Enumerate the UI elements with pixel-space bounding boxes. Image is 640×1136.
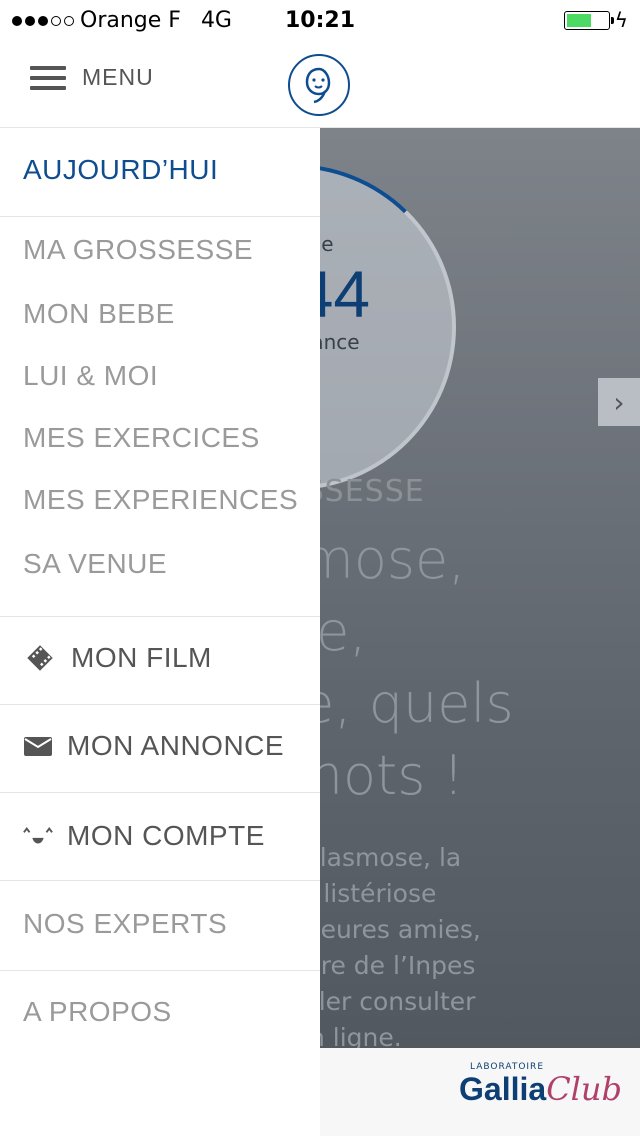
bg-user-name: relie [320,232,334,256]
film-icon [23,643,57,673]
menu-label: MENU [82,64,154,90]
menu-item-mon-film[interactable]: MON FILM [0,638,320,678]
menu-item-label: AUJOURD’HUI [23,154,219,185]
background-page: relie 244 naissance › OSSESSE asmose, io… [320,128,640,1136]
menu-item-ma-grossesse[interactable]: MA GROSSESSE [0,230,320,270]
menu-item-mon-annonce[interactable]: MON ANNONCE [0,726,320,766]
hamburger-icon [30,65,66,90]
sponsor-brand-b: Club [546,1070,622,1108]
app-logo[interactable] [288,54,350,116]
sponsor-logo[interactable]: GalliaClub [459,1070,622,1108]
sponsor-brand-a: Gallia [459,1071,547,1107]
menu-item-sa-venue[interactable]: SA VENUE [0,544,320,584]
next-arrow-button[interactable]: › [598,378,640,426]
divider [0,880,320,881]
menu-item-label: MON BEBE [23,298,175,329]
divider [0,792,320,793]
chevron-right-icon: › [613,385,625,419]
menu-item-lui-et-moi[interactable]: LUI & MOI [0,356,320,396]
menu-item-label: MES EXPERIENCES [23,484,299,515]
baby-face-logo-icon [305,67,331,104]
menu-item-label: NOS EXPERTS [23,908,228,939]
bg-days-count: 244 [320,257,371,331]
menu-item-label: MES EXERCICES [23,422,260,453]
menu-item-a-propos[interactable]: A PROPOS [0,992,320,1032]
menu-item-label: MON FILM [71,642,212,673]
status-time: 10:21 [284,8,356,33]
menu-item-mon-compte[interactable]: MON COMPTE [0,816,320,856]
menu-item-label: MA GROSSESSE [23,234,254,265]
menu-item-nos-experts[interactable]: NOS EXPERTS [0,904,320,944]
menu-item-label: MON COMPTE [67,820,265,851]
envelope-icon [23,735,53,757]
menu-item-mon-bebe[interactable]: MON BEBE [0,294,320,334]
menu-item-aujourdhui[interactable]: AUJOURD’HUI [0,150,320,190]
divider [0,216,320,217]
divider [0,970,320,971]
bg-article-title: asmose, iose, ose, quels e mots ! [320,528,514,807]
menu-item-label: LUI & MOI [23,360,159,391]
menu-item-label: SA VENUE [23,548,168,579]
menu-item-label: MON ANNONCE [67,730,285,761]
bg-article-body: oxoplasmose, la et la listériose meilleu… [320,843,481,1052]
menu-item-mes-exercices[interactable]: MES EXERCICES [0,418,320,458]
bg-section-label: OSSESSE [320,474,425,509]
status-bar: Orange F 4G 10:21 ϟ [0,0,640,40]
menu-item-label: A PROPOS [23,996,172,1027]
charging-icon: ϟ [614,8,628,32]
side-drawer-menu: AUJOURD’HUI MA GROSSESSE MON BEBE LUI & … [0,128,320,1136]
battery-icon [564,11,614,30]
app-header: MENU [0,40,640,128]
menu-item-mes-experiences[interactable]: MES EXPERIENCES [0,480,320,520]
sponsor-footer: LABORATOIRE GalliaClub [320,1048,640,1136]
divider [0,704,320,705]
bg-days-label: naissance [320,330,360,354]
baby-face-icon [23,824,53,848]
divider [0,616,320,617]
menu-button[interactable]: MENU [30,64,154,91]
